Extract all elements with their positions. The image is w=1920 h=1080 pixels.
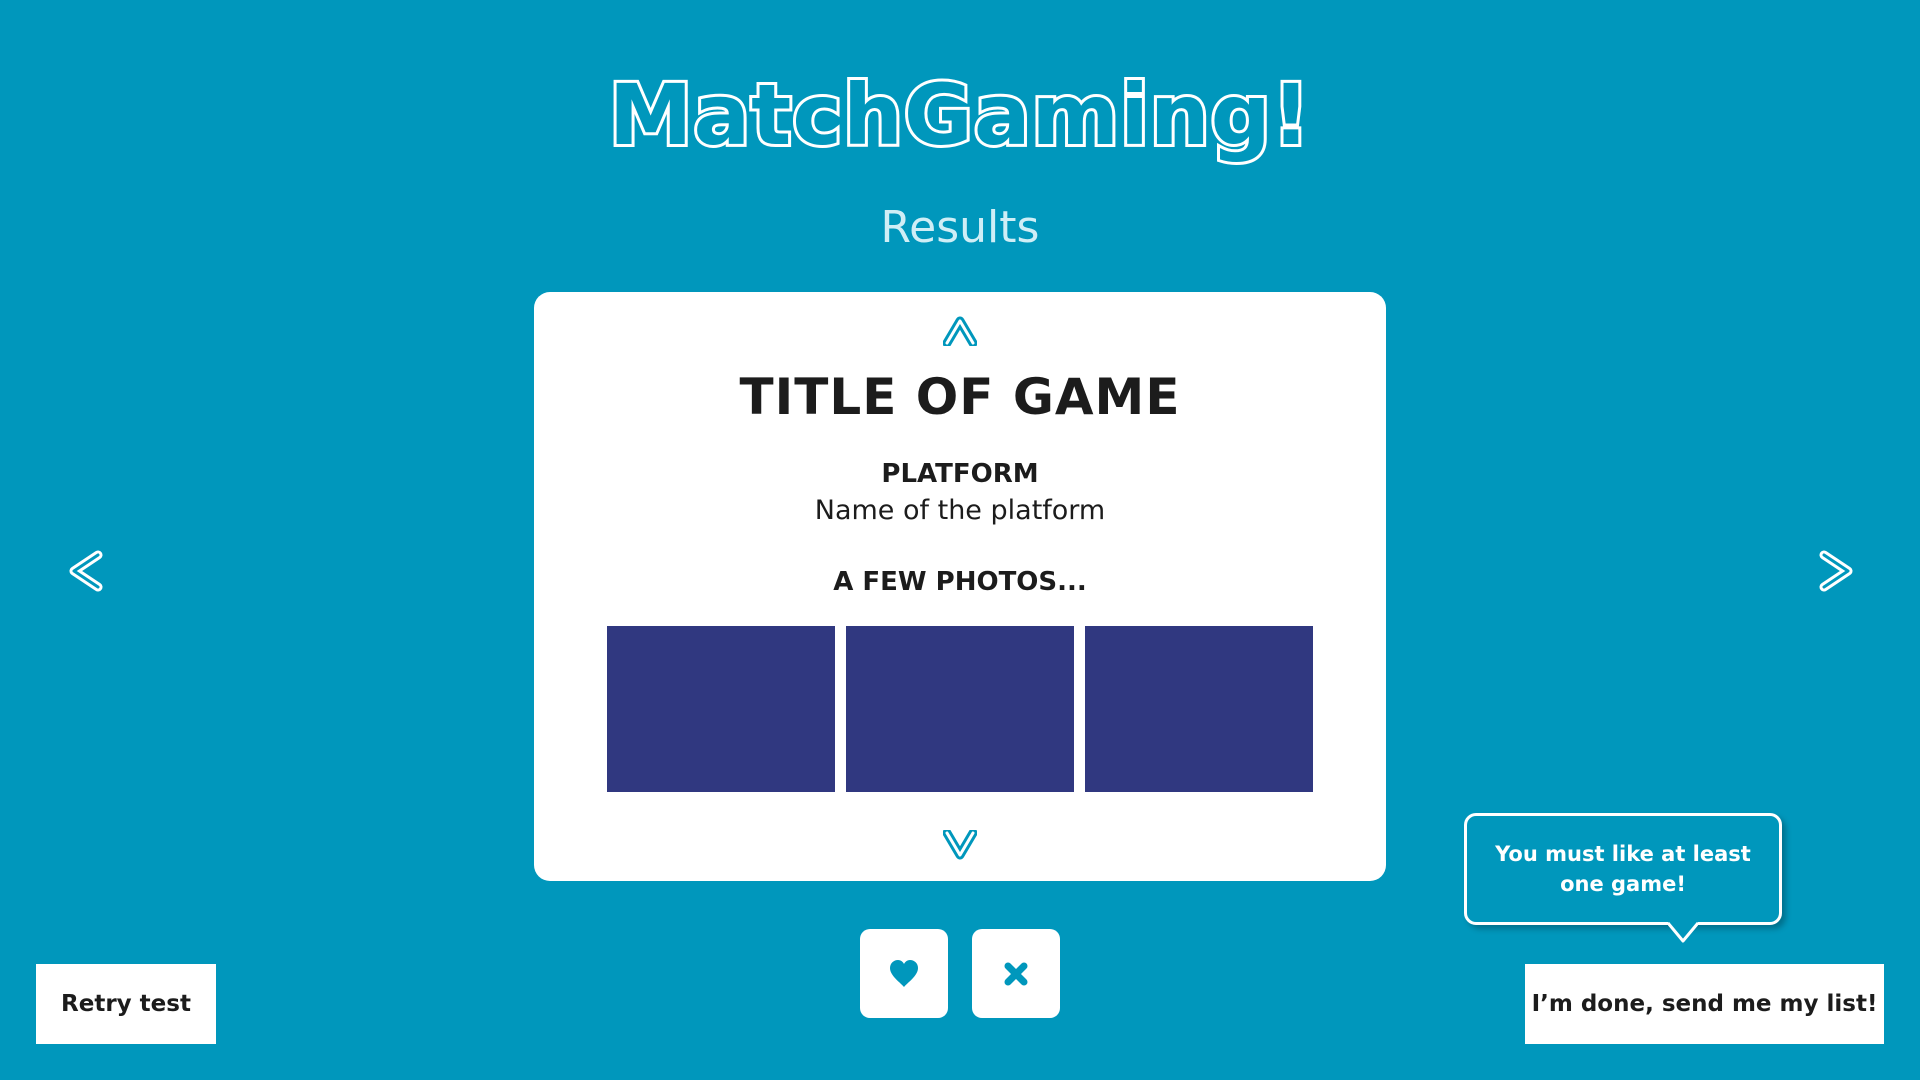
- chevron-left-icon[interactable]: [68, 550, 104, 592]
- app-title: MatchGaming!: [606, 63, 1313, 167]
- chevron-right-icon[interactable]: [1818, 550, 1854, 592]
- game-photo: [1085, 626, 1313, 792]
- game-title: TITLE OF GAME: [739, 368, 1181, 426]
- photos-label: A FEW PHOTOS...: [833, 567, 1087, 597]
- platform-value: Name of the platform: [814, 495, 1106, 526]
- page-subtitle: Results: [880, 202, 1040, 253]
- dislike-button[interactable]: [972, 929, 1060, 1018]
- like-button[interactable]: [860, 929, 948, 1018]
- game-card: TITLE OF GAME PLATFORM Name of the platf…: [534, 292, 1386, 881]
- game-photo: [846, 626, 1074, 792]
- chevron-up-icon[interactable]: [943, 316, 977, 346]
- game-photo: [607, 626, 835, 792]
- heart-icon: [890, 959, 918, 987]
- send-list-button[interactable]: I’m done, send me my list!: [1525, 964, 1884, 1044]
- tooltip-pointer: [1668, 922, 1698, 943]
- close-icon: [1004, 962, 1028, 985]
- platform-label: PLATFORM: [881, 459, 1039, 489]
- validation-tooltip: You must like at least one game!: [1464, 813, 1782, 925]
- chevron-down-icon[interactable]: [943, 830, 977, 860]
- retry-test-button[interactable]: Retry test: [36, 964, 216, 1044]
